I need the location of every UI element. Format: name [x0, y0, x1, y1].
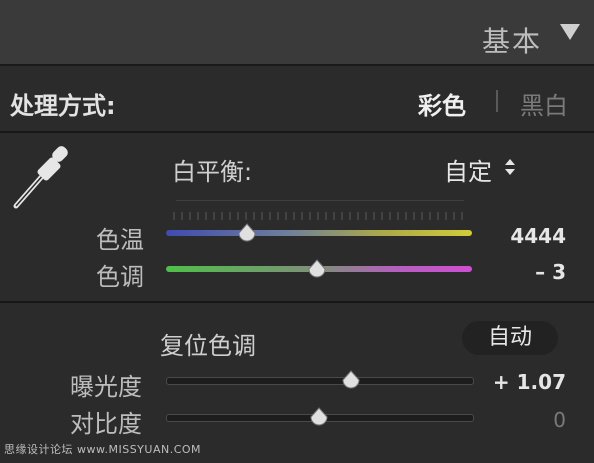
eyedropper-icon[interactable] — [8, 140, 78, 214]
white-balance-select[interactable]: 自定 — [444, 152, 492, 187]
temperature-slider-track[interactable] — [166, 230, 472, 236]
treatment-separator — [496, 90, 498, 112]
treatment-label: 处理方式: — [10, 92, 116, 120]
panel-title: 基本 — [481, 25, 542, 58]
updown-arrows-icon[interactable] — [503, 155, 517, 179]
exposure-value[interactable]: + 1.07 — [476, 370, 566, 394]
white-balance-label: 白平衡: — [172, 158, 253, 186]
contrast-label: 对比度 — [70, 410, 142, 438]
temperature-label: 色温 — [96, 226, 144, 254]
section-divider — [0, 131, 594, 133]
temperature-value[interactable]: 4444 — [476, 224, 566, 248]
tint-slider-thumb[interactable] — [307, 259, 327, 279]
exposure-slider-track[interactable] — [166, 377, 474, 385]
exposure-label: 曝光度 — [70, 373, 142, 401]
exposure-slider-thumb[interactable] — [341, 370, 361, 390]
reset-tone-label: 复位色调 — [160, 332, 256, 360]
temperature-slider-thumb[interactable] — [237, 223, 257, 243]
collapse-triangle-icon[interactable] — [560, 24, 580, 40]
treatment-color-option[interactable]: 彩色 — [418, 86, 466, 121]
temperature-tick-marks — [173, 212, 463, 220]
tint-value[interactable]: – 3 — [476, 260, 566, 284]
wb-underline — [176, 200, 464, 201]
watermark-text: 思缘设计论坛 www.MISSYUAN.COM — [4, 443, 202, 456]
contrast-slider-thumb[interactable] — [309, 407, 329, 427]
treatment-bw-option[interactable]: 黑白 — [520, 86, 568, 121]
panel-header[interactable]: 基本 — [0, 0, 594, 66]
section-divider — [0, 301, 594, 303]
auto-tone-button[interactable]: 自动 — [462, 321, 558, 355]
contrast-value[interactable]: 0 — [476, 408, 566, 432]
tint-label: 色调 — [96, 263, 144, 291]
